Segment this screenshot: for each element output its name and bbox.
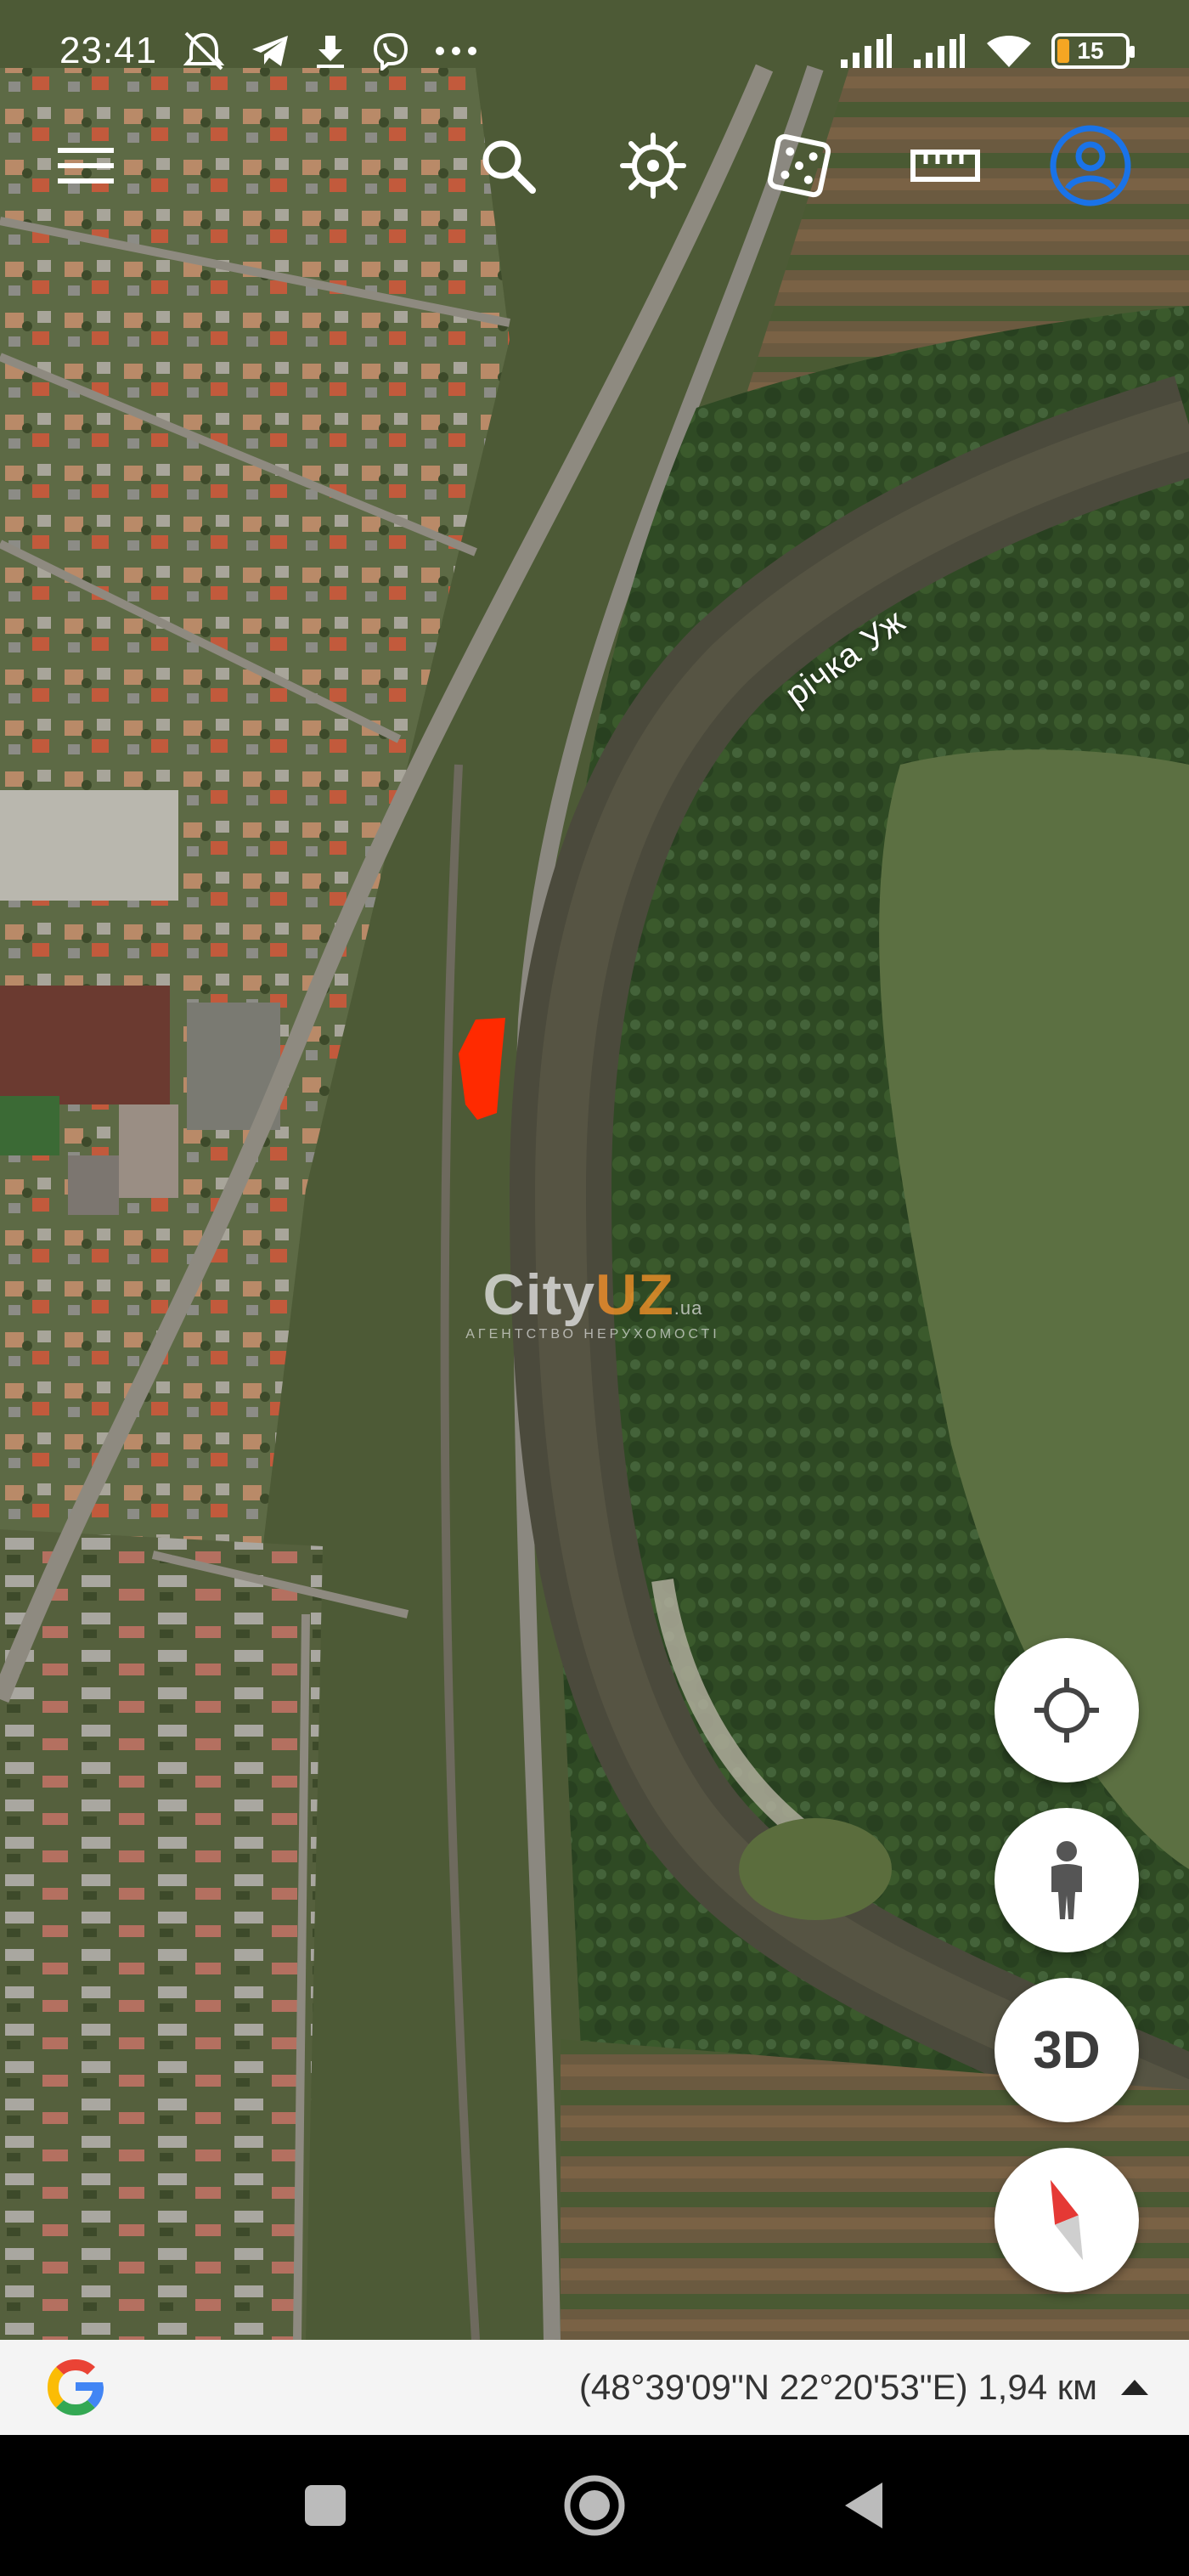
status-time: 23:41 bbox=[59, 30, 158, 71]
watermark: CityUZ.ua АГЕНТСТВО НЕРУХОМОСТІ bbox=[465, 1266, 720, 1342]
viber-icon bbox=[374, 32, 409, 71]
home-button[interactable] bbox=[556, 2467, 633, 2544]
back-button[interactable] bbox=[826, 2467, 902, 2544]
watermark-city: City bbox=[482, 1263, 596, 1327]
watermark-tld: .ua bbox=[673, 1297, 703, 1319]
3d-label: 3D bbox=[1033, 2020, 1101, 2080]
satellite-imagery bbox=[0, 0, 1189, 2340]
wifi-icon bbox=[987, 36, 1031, 67]
voyager-wheel-icon bbox=[620, 133, 686, 199]
signal-icon bbox=[841, 34, 892, 68]
account-icon bbox=[1050, 125, 1131, 206]
coordinates-text: (48°39'09"N 22°20'53"E) 1,94 км bbox=[578, 2367, 1097, 2407]
crosshair-icon bbox=[1034, 1678, 1099, 1743]
compass-button[interactable] bbox=[995, 2148, 1139, 2292]
coordinates-readout[interactable]: (48°39'09"N 22°20'53"E) 1,94 км bbox=[579, 2367, 1148, 2408]
google-logo-icon bbox=[47, 2359, 104, 2416]
satellite-map[interactable]: річка Уж CityUZ.ua АГЕНТСТВО НЕРУХОМОСТІ bbox=[0, 0, 1189, 2340]
my-location-button[interactable] bbox=[995, 1638, 1139, 1782]
mute-icon bbox=[183, 31, 225, 71]
search-icon bbox=[482, 140, 536, 194]
menu-icon bbox=[58, 148, 114, 184]
signal-icon bbox=[914, 34, 965, 68]
status-bar: 23:41 15 bbox=[0, 0, 1189, 102]
battery-level: 15 bbox=[1077, 37, 1104, 64]
more-dots-icon bbox=[436, 47, 477, 55]
recents-square-icon bbox=[305, 2485, 346, 2526]
system-nav-bar bbox=[0, 2435, 1189, 2576]
menu-button[interactable] bbox=[39, 119, 132, 212]
home-circle-icon bbox=[564, 2475, 625, 2536]
feeling-lucky-button[interactable] bbox=[752, 119, 846, 212]
search-button[interactable] bbox=[461, 119, 555, 212]
download-icon bbox=[317, 36, 345, 68]
top-toolbar bbox=[0, 119, 1189, 212]
status-icons bbox=[181, 30, 478, 72]
watermark-subtitle: АГЕНТСТВО НЕРУХОМОСТІ bbox=[465, 1327, 720, 1342]
watermark-uz: UZ bbox=[595, 1263, 674, 1327]
ruler-icon bbox=[910, 150, 980, 182]
measure-button[interactable] bbox=[899, 119, 992, 212]
dice-icon bbox=[767, 133, 831, 198]
pegman-icon bbox=[1051, 1841, 1082, 1919]
battery-icon: 15 bbox=[1051, 33, 1135, 69]
3d-toggle-button[interactable]: 3D bbox=[995, 1978, 1139, 2122]
compass-icon bbox=[1050, 2179, 1084, 2261]
back-triangle-icon bbox=[845, 2483, 882, 2528]
account-button[interactable] bbox=[1044, 119, 1137, 212]
bottom-info-bar: (48°39'09"N 22°20'53"E) 1,94 км bbox=[0, 2340, 1189, 2435]
telegram-icon bbox=[252, 36, 289, 66]
expand-arrow-icon[interactable] bbox=[1121, 2380, 1148, 2395]
voyager-button[interactable] bbox=[606, 119, 700, 212]
recents-button[interactable] bbox=[287, 2467, 363, 2544]
status-right: 15 bbox=[839, 33, 1135, 69]
street-view-button[interactable] bbox=[995, 1808, 1139, 1952]
